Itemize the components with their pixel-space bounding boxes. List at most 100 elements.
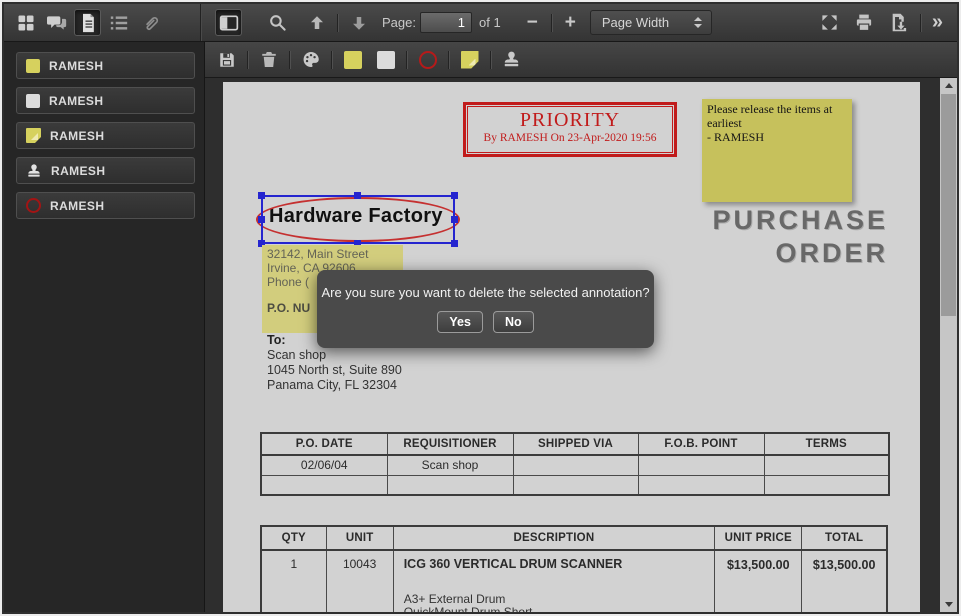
prev-page-icon[interactable] (303, 9, 330, 36)
table-cell (638, 455, 764, 475)
divider (247, 51, 248, 69)
item-detail: QuickMount Drum Short (404, 606, 715, 612)
note-tool-icon[interactable] (456, 46, 483, 73)
more-tools-chevron[interactable]: » (928, 11, 947, 34)
select-caret-icon (694, 17, 702, 28)
scrollbar-thumb[interactable] (941, 94, 956, 316)
document-view-icon[interactable] (74, 9, 101, 36)
annotation-author: RAMESH (51, 164, 105, 178)
resize-handle[interactable] (354, 192, 361, 199)
table-cell (513, 475, 638, 495)
document-viewer: PRIORITY By RAMESH On 23-Apr-2020 19:56 … (205, 78, 957, 612)
no-button[interactable]: No (493, 311, 534, 333)
resize-handle[interactable] (451, 240, 458, 247)
annotation-author: RAMESH (49, 59, 103, 73)
sticky-note-signature: - RAMESH (707, 130, 764, 144)
color-palette-icon[interactable] (297, 46, 324, 73)
toolbar-right-group: » (816, 9, 947, 36)
selection-box[interactable] (261, 195, 455, 244)
table-cell (387, 475, 513, 495)
scroll-up-icon[interactable] (940, 78, 957, 93)
vertical-scrollbar[interactable] (940, 78, 957, 612)
print-icon[interactable] (851, 9, 878, 36)
yes-button[interactable]: Yes (437, 311, 483, 333)
table-header: SHIPPED VIA (513, 433, 638, 455)
delete-annotation-icon[interactable] (255, 46, 282, 73)
top-toolbar: Page: of 1 − + Page Width (4, 4, 957, 42)
unit-cell: 10043 (326, 550, 393, 612)
page-label: Page: (382, 15, 416, 30)
annotation-item-stamp[interactable]: RAMESH (16, 157, 195, 184)
stamp-tool-icon[interactable] (498, 46, 525, 73)
next-page-icon[interactable] (345, 9, 372, 36)
divider (337, 14, 338, 32)
annotation-author: RAMESH (49, 94, 103, 108)
comments-icon[interactable] (43, 9, 70, 36)
po-items-table: QTY UNIT DESCRIPTION UNIT PRICE TOTAL 1 … (260, 525, 888, 612)
table-header: REQUISITIONER (387, 433, 513, 455)
outline-list-icon[interactable] (105, 9, 132, 36)
scroll-down-icon[interactable] (940, 597, 957, 612)
sidebar-toggle-icon[interactable] (215, 9, 242, 36)
resize-handle[interactable] (258, 192, 265, 199)
table-header: P.O. DATE (261, 433, 387, 455)
item-title: ICG 360 VERTICAL DRUM SCANNER (404, 557, 715, 571)
dialog-message: Are you sure you want to delete the sele… (317, 270, 654, 300)
zoom-in-button[interactable]: + (559, 13, 582, 32)
table-header: F.O.B. POINT (638, 433, 764, 455)
attachments-icon[interactable] (136, 9, 163, 36)
rectangle-tool-icon[interactable] (372, 46, 399, 73)
table-header: TERMS (764, 433, 889, 455)
table-cell (764, 455, 889, 475)
fullscreen-icon[interactable] (816, 9, 843, 36)
stamp-title: PRIORITY (466, 109, 674, 132)
table-cell (638, 475, 764, 495)
zoom-level-value: Page Width (602, 15, 669, 30)
pdf-annotation-app: Page: of 1 − + Page Width (0, 0, 961, 616)
annotation-item-note[interactable]: RAMESH (16, 122, 195, 149)
sticky-note-text: Please release the items at earliest (707, 102, 832, 130)
main-area: PRIORITY By RAMESH On 23-Apr-2020 19:56 … (205, 42, 957, 612)
annotation-item-highlight[interactable]: RAMESH (16, 52, 195, 79)
resize-handle[interactable] (451, 192, 458, 199)
page-number-input[interactable] (420, 12, 472, 33)
priority-stamp-annotation[interactable]: PRIORITY By RAMESH On 23-Apr-2020 19:56 (463, 102, 677, 157)
description-cell: ICG 360 VERTICAL DRUM SCANNER A3+ Extern… (393, 550, 715, 612)
to-label: To: (267, 333, 286, 347)
divider (331, 51, 332, 69)
sticky-note-icon (26, 128, 41, 143)
table-header: UNIT PRICE (715, 526, 802, 550)
table-row: 02/06/04 Scan shop (261, 455, 889, 475)
resize-handle[interactable] (451, 216, 458, 223)
annotation-author: RAMESH (50, 129, 104, 143)
stamp-icon (26, 163, 42, 179)
purchase-order-title: PURCHASE ORDER (712, 204, 888, 270)
circle-tool-icon[interactable] (414, 46, 441, 73)
save-icon[interactable] (213, 46, 240, 73)
table-header: DESCRIPTION (393, 526, 715, 550)
search-icon[interactable] (264, 9, 291, 36)
download-icon[interactable] (886, 9, 913, 36)
divider (490, 51, 491, 69)
zoom-level-select[interactable]: Page Width (590, 10, 712, 35)
table-row: 1 10043 ICG 360 VERTICAL DRUM SCANNER A3… (261, 550, 887, 612)
divider (406, 51, 407, 69)
zoom-out-button[interactable]: − (521, 13, 544, 32)
circle-annotation-icon (26, 198, 41, 213)
highlight-tool-icon[interactable] (339, 46, 366, 73)
annotation-toolbar (205, 42, 957, 78)
thumbnails-icon[interactable] (12, 9, 39, 36)
divider (289, 51, 290, 69)
unit-price-cell: $13,500.00 (715, 550, 802, 612)
table-cell (513, 455, 638, 475)
annotation-item-circle[interactable]: RAMESH (16, 192, 195, 219)
divider (920, 14, 921, 32)
sticky-note-annotation[interactable]: Please release the items at earliest - R… (702, 99, 852, 202)
page-total-label: of 1 (479, 15, 501, 30)
annotation-item-rectangle[interactable]: RAMESH (16, 87, 195, 114)
po-info-table: P.O. DATE REQUISITIONER SHIPPED VIA F.O.… (260, 432, 890, 496)
annotations-sidebar: RAMESH RAMESH RAMESH RAMESH RAMESH (4, 42, 205, 612)
resize-handle[interactable] (258, 216, 265, 223)
table-cell (764, 475, 889, 495)
table-header: QTY (261, 526, 326, 550)
